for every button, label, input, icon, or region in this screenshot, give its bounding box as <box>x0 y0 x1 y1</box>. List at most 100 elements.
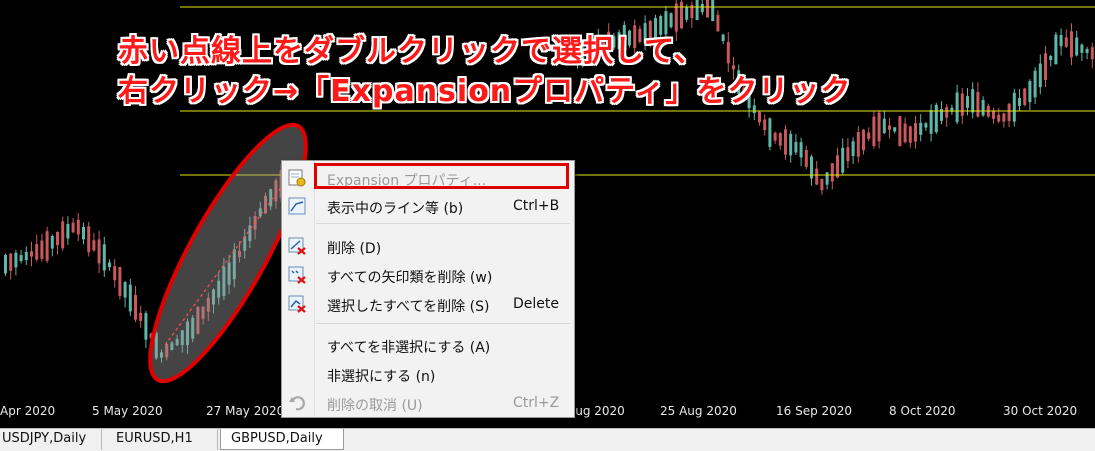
candle-body <box>794 141 798 153</box>
candle-body <box>856 131 860 157</box>
candle-body <box>139 312 143 321</box>
candle-body <box>1070 31 1073 58</box>
candle-body <box>820 178 824 191</box>
annotation-line-1: 赤い点線上をダブルクリックで選択して、 <box>118 34 705 69</box>
menu-item-shortcut: Ctrl+B <box>513 198 560 214</box>
candle-body <box>893 127 897 132</box>
candle-body <box>61 221 65 249</box>
candle-body <box>1085 48 1089 54</box>
candle-body <box>763 119 767 131</box>
menu-item-shortcut: Delete <box>513 296 559 312</box>
candle-body <box>841 147 845 173</box>
menu-item-delete-all-arrows[interactable]: すべての矢印類を削除 (w) <box>282 263 574 287</box>
candle-body <box>877 112 881 142</box>
candle-body <box>1023 88 1027 106</box>
candle-body <box>981 100 985 116</box>
candle-body <box>50 235 54 249</box>
candle-body <box>836 155 839 178</box>
candle-body <box>919 122 923 135</box>
candle-body <box>66 223 70 239</box>
menu-item-label: すべてを非選択にする (A) <box>327 340 491 356</box>
candle-body <box>851 141 855 157</box>
candle-body <box>867 132 871 139</box>
time-axis-label: Aug 2020 <box>567 404 625 418</box>
candle-body <box>1012 92 1016 122</box>
candle-body <box>773 132 777 141</box>
candle-body <box>1002 113 1006 122</box>
candle-body <box>825 172 829 185</box>
menu-item-label: 削除 (D) <box>327 241 382 257</box>
candle-body <box>1090 47 1094 60</box>
menu-item-delete[interactable]: 削除 (D) <box>282 234 574 258</box>
candle-body <box>108 262 111 268</box>
candle-body <box>1033 70 1037 98</box>
candle-body <box>924 123 928 128</box>
candle-body <box>695 0 699 20</box>
candle-body <box>721 34 725 42</box>
candle-body <box>945 107 949 118</box>
candle-body <box>113 266 117 281</box>
candle-body <box>768 118 772 147</box>
candle-body <box>872 116 876 147</box>
candle-body <box>128 284 132 312</box>
candle-body <box>35 244 39 260</box>
candle-body <box>1080 44 1084 53</box>
tab-gbpusd-daily[interactable]: GBPUSD,Daily <box>220 429 344 450</box>
highlight-box <box>314 163 569 189</box>
candle-body <box>914 123 917 142</box>
candle-body <box>1028 81 1032 103</box>
candle-body <box>955 92 959 122</box>
tab-usdjpy-daily[interactable]: USDJPY,Daily <box>0 429 102 450</box>
candle-body <box>966 96 969 108</box>
menu-item-undo-delete[interactable]: 削除の取消 (U) Ctrl+Z <box>282 391 574 415</box>
candle-body <box>862 129 865 151</box>
candle-body <box>789 133 793 156</box>
tab-label: GBPUSD,Daily <box>231 431 323 446</box>
candle-body <box>87 226 91 253</box>
candle-body <box>144 313 148 340</box>
candle-body <box>1059 35 1063 47</box>
candle-body <box>9 253 13 271</box>
delete-selected-icon <box>288 295 306 313</box>
candle-body <box>30 251 33 257</box>
candle-body <box>929 110 933 134</box>
candle-body <box>680 1 683 29</box>
candle-body <box>997 114 1001 122</box>
menu-item-label: 選択したすべてを削除 (S) <box>327 299 490 315</box>
menu-item-deselect[interactable]: 非選択にする (n) <box>282 362 574 386</box>
candle-body <box>40 240 44 259</box>
candle-body <box>706 0 709 18</box>
candle-body <box>1049 55 1053 61</box>
candle-body <box>960 93 964 116</box>
candle-body <box>976 92 980 117</box>
candle-body <box>784 129 787 155</box>
candle-body <box>711 0 715 22</box>
candle-body <box>1018 98 1021 106</box>
tab-label: EURUSD,H1 <box>116 431 193 446</box>
candle-body <box>846 147 850 162</box>
candle-body <box>76 219 80 235</box>
candle-body <box>903 123 907 143</box>
time-axis-label: 16 Sep 2020 <box>776 404 852 418</box>
time-axis-label: Apr 2020 <box>0 404 55 418</box>
candle-body <box>102 244 106 271</box>
menu-item-visible-lines[interactable]: 表示中のライン等 (b) Ctrl+B <box>282 194 574 218</box>
time-axis-label: 25 Aug 2020 <box>660 404 737 418</box>
lines-list-icon <box>288 197 306 215</box>
menu-separator <box>316 223 570 224</box>
time-axis-label: 27 May 2020 <box>206 404 284 418</box>
menu-item-deselect-all[interactable]: すべてを非選択にする (A) <box>282 333 574 357</box>
time-axis-label: 30 Oct 2020 <box>1003 404 1077 418</box>
candle-body <box>908 126 912 143</box>
candle-body <box>758 111 761 123</box>
candle-body <box>45 231 49 261</box>
candle-body <box>882 118 886 134</box>
menu-item-delete-all-selected[interactable]: 選択したすべてを削除 (S) Delete <box>282 292 574 316</box>
menu-item-label: 削除の取消 (U) <box>327 398 423 414</box>
candle-body <box>4 254 7 274</box>
candle-body <box>830 163 834 182</box>
candle-body <box>799 142 803 158</box>
menu-item-label: 非選択にする (n) <box>327 369 436 385</box>
tab-eurusd-h1[interactable]: EURUSD,H1 <box>104 429 218 450</box>
candle-body <box>815 168 819 185</box>
